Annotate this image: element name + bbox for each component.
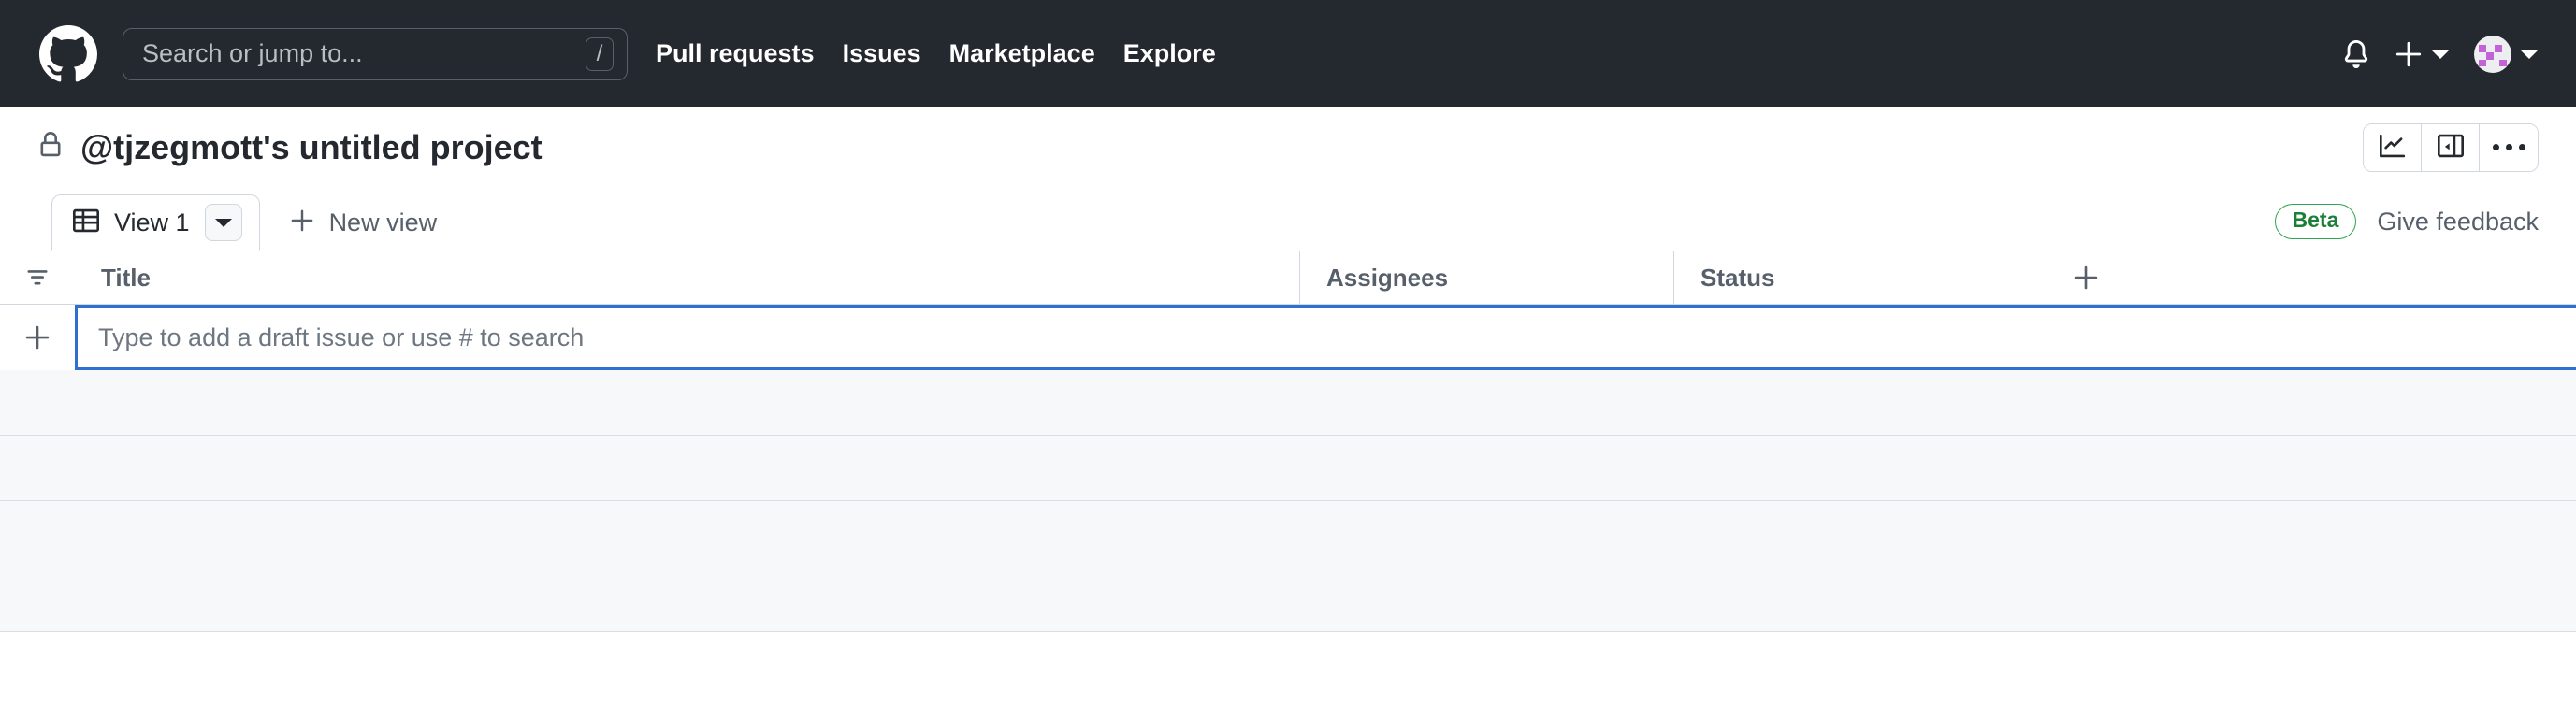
avatar xyxy=(2474,35,2511,73)
give-feedback-link[interactable]: Give feedback xyxy=(2377,208,2539,236)
table-view-icon xyxy=(73,208,99,238)
side-panel-icon xyxy=(2437,133,2464,162)
table-header-row: Title Assignees Status xyxy=(0,251,2576,305)
column-header-title[interactable]: Title xyxy=(75,251,1300,304)
page-title: @tjzegmott's untitled project xyxy=(80,127,543,166)
project-table: Title Assignees Status xyxy=(0,251,2576,632)
table-row[interactable] xyxy=(0,436,2576,501)
more-options-button[interactable] xyxy=(2480,123,2538,171)
status-badge: Beta xyxy=(2274,204,2357,239)
bell-icon[interactable] xyxy=(2342,39,2370,68)
tab-view-1[interactable]: View 1 xyxy=(51,194,260,251)
create-new-button[interactable] xyxy=(2395,40,2450,68)
column-header-status[interactable]: Status xyxy=(1674,251,2048,304)
table-row[interactable] xyxy=(0,501,2576,566)
project-header: @tjzegmott's untitled project xyxy=(0,107,2576,187)
draft-issue-row xyxy=(0,305,2576,370)
views-meta: Beta Give feedback xyxy=(2274,204,2539,251)
nav-issues[interactable]: Issues xyxy=(843,39,921,68)
triangle-down-icon xyxy=(214,218,232,227)
plus-icon xyxy=(2395,41,2422,66)
insights-button[interactable] xyxy=(2364,123,2422,171)
search-shortcut-key: / xyxy=(586,36,614,71)
search-placeholder: Search or jump to... xyxy=(142,41,363,66)
views-tab-bar: View 1 New view Beta Give feedback xyxy=(0,187,2576,251)
draft-issue-input-cell[interactable] xyxy=(75,305,2576,370)
plus-icon xyxy=(290,208,314,237)
new-view-button[interactable]: New view xyxy=(260,194,458,251)
line-chart-icon xyxy=(2379,133,2406,162)
kebab-horizontal-icon xyxy=(2492,144,2525,150)
new-view-label: New view xyxy=(328,208,438,236)
global-header: Search or jump to... / Pull requests Iss… xyxy=(0,0,2576,107)
primary-nav: Pull requests Issues Marketplace Explore xyxy=(656,39,1216,68)
view-menu-button[interactable] xyxy=(204,204,242,241)
draft-issue-input[interactable] xyxy=(98,322,2576,352)
nav-marketplace[interactable]: Marketplace xyxy=(949,39,1095,68)
add-column-button[interactable] xyxy=(2048,251,2123,304)
lock-icon xyxy=(37,132,64,163)
view-tabs: View 1 New view xyxy=(51,194,457,251)
tab-label: View 1 xyxy=(114,208,190,236)
nav-explore[interactable]: Explore xyxy=(1123,39,1216,68)
header-actions xyxy=(2342,35,2539,73)
search-input[interactable]: Search or jump to... / xyxy=(123,27,628,80)
user-menu-button[interactable] xyxy=(2474,35,2539,73)
filter-sort-icon[interactable] xyxy=(0,251,75,304)
toggle-sidebar-button[interactable] xyxy=(2422,123,2480,171)
table-row[interactable] xyxy=(0,566,2576,632)
add-item-button[interactable] xyxy=(0,305,75,370)
table-row[interactable] xyxy=(0,370,2576,436)
column-header-assignees[interactable]: Assignees xyxy=(1300,251,1674,304)
chevron-down-icon xyxy=(2431,49,2450,59)
github-mark-icon[interactable] xyxy=(39,24,97,83)
chevron-down-icon xyxy=(2520,49,2539,59)
nav-pull-requests[interactable]: Pull requests xyxy=(656,39,815,68)
project-header-actions xyxy=(2363,122,2539,172)
